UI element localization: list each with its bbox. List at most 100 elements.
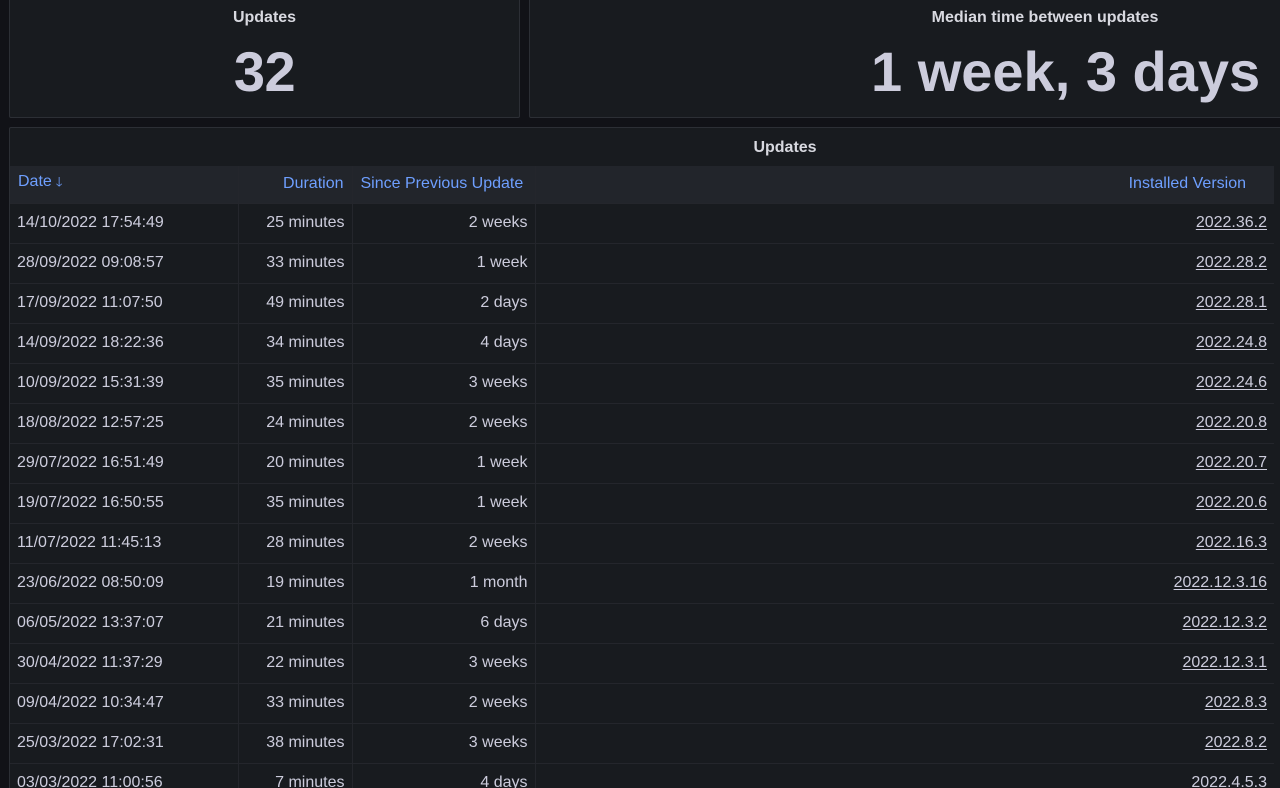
since-previous-cell: 1 week <box>351 442 535 483</box>
duration-cell: 24 minutes <box>237 402 352 443</box>
updates-table: Date 🡓 Duration Since Previous Update Ins… <box>10 166 1274 788</box>
duration-cell: 21 minutes <box>237 602 352 643</box>
duration-cell: 34 minutes <box>237 322 352 363</box>
installed-version-link[interactable]: 2022.28.1 <box>1196 294 1267 311</box>
duration-cell: 19 minutes <box>237 562 352 603</box>
since-previous-cell: 3 weeks <box>351 722 535 763</box>
date-cell: 28/09/2022 09:08:57 <box>10 242 238 283</box>
duration-cell: 20 minutes <box>237 442 352 483</box>
duration-cell: 25 minutes <box>237 202 352 243</box>
installed-version-link[interactable]: 2022.16.3 <box>1196 534 1267 551</box>
installed-version-cell: 2022.8.2 <box>534 722 1274 763</box>
updates-stat-panel[interactable]: Updates 32 <box>9 0 520 118</box>
table-row: 09/04/2022 10:34:47 33 minutes 2 weeks 2022… <box>10 682 1274 723</box>
date-cell: 09/04/2022 10:34:47 <box>10 682 238 723</box>
installed-version-link[interactable]: 2022.12.3.2 <box>1182 614 1267 631</box>
since-previous-cell: 2 weeks <box>351 402 535 443</box>
installed-version-cell: 2022.24.6 <box>534 362 1274 403</box>
table-row: 30/04/2022 11:37:29 22 minutes 3 weeks 2022… <box>10 642 1274 683</box>
since-previous-cell: 1 week <box>351 482 535 523</box>
table-header-row: Date 🡓 Duration Since Previous Update Ins… <box>10 166 1274 203</box>
installed-version-cell: 2022.16.3 <box>534 522 1274 563</box>
since-previous-cell: 6 days <box>351 602 535 643</box>
table-row: 11/07/2022 11:45:13 28 minutes 2 weeks 2022… <box>10 522 1274 563</box>
since-previous-cell: 2 weeks <box>351 522 535 563</box>
date-cell: 25/03/2022 17:02:31 <box>10 722 238 763</box>
since-previous-cell: 4 days <box>351 762 535 788</box>
updates-table-title: Updates <box>753 139 817 156</box>
duration-cell: 38 minutes <box>237 722 352 763</box>
installed-version-cell: 2022.28.1 <box>534 282 1274 323</box>
since-previous-cell: 1 week <box>351 242 535 283</box>
table-row: 14/09/2022 18:22:36 34 minutes 4 days 2022.… <box>10 322 1274 363</box>
installed-version-link[interactable]: 2022.24.6 <box>1196 374 1267 391</box>
since-previous-cell: 2 weeks <box>351 682 535 723</box>
date-cell: 19/07/2022 16:50:55 <box>10 482 238 523</box>
installed-version-cell: 2022.8.3 <box>534 682 1274 723</box>
date-cell: 10/09/2022 15:31:39 <box>10 362 238 403</box>
column-header-since-previous[interactable]: Since Previous Update <box>351 166 535 203</box>
column-header-installed-version[interactable]: Installed Version <box>534 166 1274 203</box>
installed-version-link[interactable]: 2022.12.3.1 <box>1182 654 1267 671</box>
duration-cell: 22 minutes <box>237 642 352 683</box>
table-row: 29/07/2022 16:51:49 20 minutes 1 week 2022.… <box>10 442 1274 483</box>
installed-version-link[interactable]: 2022.4.5.3 <box>1191 774 1267 788</box>
installed-version-cell: 2022.12.3.16 <box>534 562 1274 603</box>
table-row: 25/03/2022 17:02:31 38 minutes 3 weeks 2022… <box>10 722 1274 763</box>
table-row: 18/08/2022 12:57:25 24 minutes 2 weeks 2022… <box>10 402 1274 443</box>
column-header-date[interactable]: Date 🡓 <box>10 166 238 203</box>
date-cell: 14/09/2022 18:22:36 <box>10 322 238 363</box>
date-cell: 03/03/2022 11:00:56 <box>10 762 238 788</box>
column-header-since-previous-label: Since Previous Update <box>360 175 524 193</box>
installed-version-cell: 2022.12.3.2 <box>534 602 1274 643</box>
arrow-down-icon: 🡓 <box>55 174 63 190</box>
table-row: 17/09/2022 11:07:50 49 minutes 2 days 2022.… <box>10 282 1274 323</box>
column-header-duration[interactable]: Duration <box>237 166 352 203</box>
installed-version-link[interactable]: 2022.8.3 <box>1205 694 1267 711</box>
installed-version-link[interactable]: 2022.12.3.16 <box>1174 574 1267 591</box>
installed-version-link[interactable]: 2022.20.7 <box>1196 454 1267 471</box>
column-header-installed-version-label: Installed Version <box>1128 175 1246 193</box>
date-cell: 06/05/2022 13:37:07 <box>10 602 238 643</box>
date-cell: 30/04/2022 11:37:29 <box>10 642 238 683</box>
installed-version-cell: 2022.24.8 <box>534 322 1274 363</box>
duration-cell: 35 minutes <box>237 482 352 523</box>
installed-version-link[interactable]: 2022.28.2 <box>1196 254 1267 271</box>
installed-version-link[interactable]: 2022.36.2 <box>1196 214 1267 231</box>
table-row: 28/09/2022 09:08:57 33 minutes 1 week 2022.… <box>10 242 1274 283</box>
since-previous-cell: 2 weeks <box>351 202 535 243</box>
installed-version-cell: 2022.20.8 <box>534 402 1274 443</box>
table-row: 03/03/2022 11:00:56 7 minutes 4 days 2022.4… <box>10 762 1274 788</box>
table-row: 14/10/2022 17:54:49 25 minutes 2 weeks 2022… <box>10 202 1274 243</box>
installed-version-link[interactable]: 2022.24.8 <box>1196 334 1267 351</box>
duration-cell: 33 minutes <box>237 242 352 283</box>
column-header-duration-label: Duration <box>283 175 344 193</box>
table-row: 23/06/2022 08:50:09 19 minutes 1 month 2022… <box>10 562 1274 603</box>
median-stat-title: Median time between updates <box>931 9 1159 26</box>
duration-cell: 33 minutes <box>237 682 352 723</box>
since-previous-cell: 4 days <box>351 322 535 363</box>
table-row: 19/07/2022 16:50:55 35 minutes 1 week 2022.… <box>10 482 1274 523</box>
table-row: 10/09/2022 15:31:39 35 minutes 3 weeks 2022… <box>10 362 1274 403</box>
column-header-date-label: Date <box>18 173 52 191</box>
installed-version-cell: 2022.20.6 <box>534 482 1274 523</box>
median-stat-panel[interactable]: Median time between updates 1 week, 3 da… <box>529 0 1280 118</box>
since-previous-cell: 3 weeks <box>351 642 535 683</box>
installed-version-cell: 2022.28.2 <box>534 242 1274 283</box>
updates-stat-title: Updates <box>232 9 297 26</box>
installed-version-cell: 2022.36.2 <box>534 202 1274 243</box>
installed-version-cell: 2022.12.3.1 <box>534 642 1274 683</box>
duration-cell: 35 minutes <box>237 362 352 403</box>
duration-cell: 49 minutes <box>237 282 352 323</box>
duration-cell: 28 minutes <box>237 522 352 563</box>
installed-version-cell: 2022.20.7 <box>534 442 1274 483</box>
table-row: 06/05/2022 13:37:07 21 minutes 6 days 2022.… <box>10 602 1274 643</box>
updates-table-panel: Updates Date 🡓 Duration Since Previous Up… <box>9 127 1280 788</box>
updates-stat-value: 32 <box>233 40 296 103</box>
median-stat-value: 1 week, 3 days <box>871 40 1261 103</box>
date-cell: 29/07/2022 16:51:49 <box>10 442 238 483</box>
installed-version-link[interactable]: 2022.20.6 <box>1196 494 1267 511</box>
installed-version-link[interactable]: 2022.8.2 <box>1205 734 1267 751</box>
installed-version-link[interactable]: 2022.20.8 <box>1196 414 1267 431</box>
date-cell: 23/06/2022 08:50:09 <box>10 562 238 603</box>
